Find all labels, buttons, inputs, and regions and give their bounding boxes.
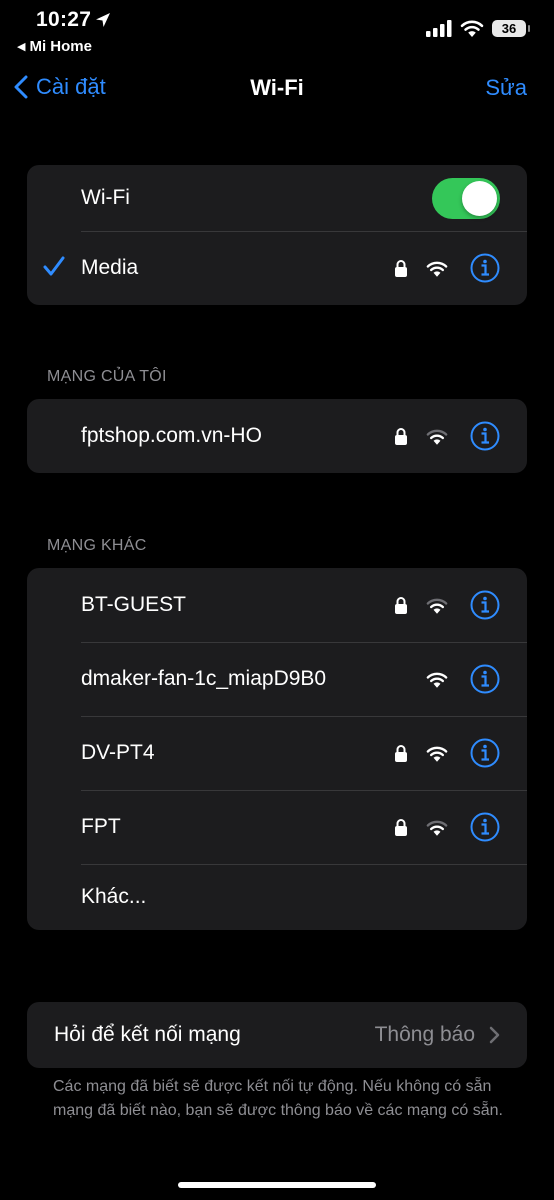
wifi-toggle-row: Wi-Fi xyxy=(27,165,527,231)
wifi-strength-icon xyxy=(426,746,448,762)
network-name: fptshop.com.vn-HO xyxy=(81,424,262,447)
back-app-label: Mi Home xyxy=(29,38,92,55)
network-icons xyxy=(394,590,500,620)
ask-join-row[interactable]: Hỏi để kết nối mạng Thông báo xyxy=(27,1002,527,1068)
auto-join-footer-note: Các mạng đã biết sẽ được kết nối tự động… xyxy=(53,1078,503,1119)
page-title: Wi-Fi xyxy=(250,75,304,100)
network-name: dmaker-fan-1c_miapD9B0 xyxy=(81,667,327,690)
other-networks-header: MẠNG KHÁC xyxy=(47,537,147,554)
wifi-strength-icon xyxy=(426,261,448,277)
info-icon[interactable] xyxy=(470,664,500,694)
status-indicators: 36 xyxy=(426,19,530,37)
lock-icon xyxy=(395,745,407,762)
network-name: DV-PT4 xyxy=(81,741,155,764)
wifi-strength-icon xyxy=(426,820,448,836)
info-icon[interactable] xyxy=(470,421,500,451)
network-name: Media xyxy=(81,256,139,279)
network-row[interactable]: dmaker-fan-1c_miapD9B0 xyxy=(27,642,527,716)
network-row[interactable]: FPT xyxy=(27,790,527,864)
back-to-app-link[interactable]: ◀ Mi Home xyxy=(17,38,92,55)
network-icons xyxy=(394,421,500,451)
status-time-text: 10:27 xyxy=(36,8,92,31)
wifi-strength-icon xyxy=(426,672,448,688)
lock-icon xyxy=(395,819,407,836)
back-triangle-icon: ◀ xyxy=(17,41,26,53)
network-name: FPT xyxy=(81,815,121,838)
navigation-bar: Cài đặt Wi-Fi Sửa xyxy=(0,70,554,108)
other-network-label: Khác... xyxy=(81,885,147,908)
connected-network-row[interactable]: Media xyxy=(27,231,527,305)
battery-level: 36 xyxy=(501,20,517,36)
network-icons xyxy=(394,253,500,283)
wifi-group: Wi-Fi Media xyxy=(27,165,527,305)
network-row[interactable]: BT-GUEST xyxy=(27,568,527,642)
wifi-status-icon xyxy=(460,20,484,37)
checkmark-icon xyxy=(43,256,65,276)
status-time: 10:27 xyxy=(36,8,111,32)
location-arrow-icon xyxy=(96,13,111,27)
lock-icon xyxy=(395,260,407,277)
my-networks-group: fptshop.com.vn-HO xyxy=(27,399,527,473)
ask-join-label: Hỏi để kết nối mạng xyxy=(54,1023,241,1046)
network-row[interactable]: fptshop.com.vn-HO xyxy=(27,399,527,473)
wifi-toggle-label: Wi-Fi xyxy=(81,186,130,209)
wifi-settings-screen: 10:27 ◀ Mi Home 36 Cài đặt Wi-Fi Sửa Wi-… xyxy=(0,0,554,1200)
other-network-row[interactable]: Khác... xyxy=(27,864,527,930)
info-icon[interactable] xyxy=(470,253,500,283)
home-indicator[interactable] xyxy=(178,1182,376,1188)
lock-icon xyxy=(395,597,407,614)
info-icon[interactable] xyxy=(470,590,500,620)
cellular-signal-icon xyxy=(426,19,452,37)
ask-join-value: Thông báo xyxy=(374,1023,475,1046)
other-networks-group: BT-GUEST dmaker-fan-1c_miapD9B0 DV-PT4 F… xyxy=(27,568,527,930)
network-icons xyxy=(394,738,500,768)
chevron-right-icon xyxy=(489,1026,500,1044)
ask-join-group: Hỏi để kết nối mạng Thông báo xyxy=(27,1002,527,1068)
wifi-strength-icon xyxy=(426,598,448,614)
network-name: BT-GUEST xyxy=(81,593,187,616)
lock-icon xyxy=(395,428,407,445)
network-row[interactable]: DV-PT4 xyxy=(27,716,527,790)
toggle-knob xyxy=(462,180,497,216)
wifi-strength-icon xyxy=(426,429,448,445)
edit-button[interactable]: Sửa xyxy=(485,75,527,101)
network-icons xyxy=(426,664,500,694)
info-icon[interactable] xyxy=(470,738,500,768)
wifi-toggle[interactable] xyxy=(432,177,500,219)
network-icons xyxy=(394,812,500,842)
battery-icon: 36 xyxy=(492,19,530,37)
info-icon[interactable] xyxy=(470,812,500,842)
my-networks-header: MẠNG CỦA TÔI xyxy=(47,368,167,385)
